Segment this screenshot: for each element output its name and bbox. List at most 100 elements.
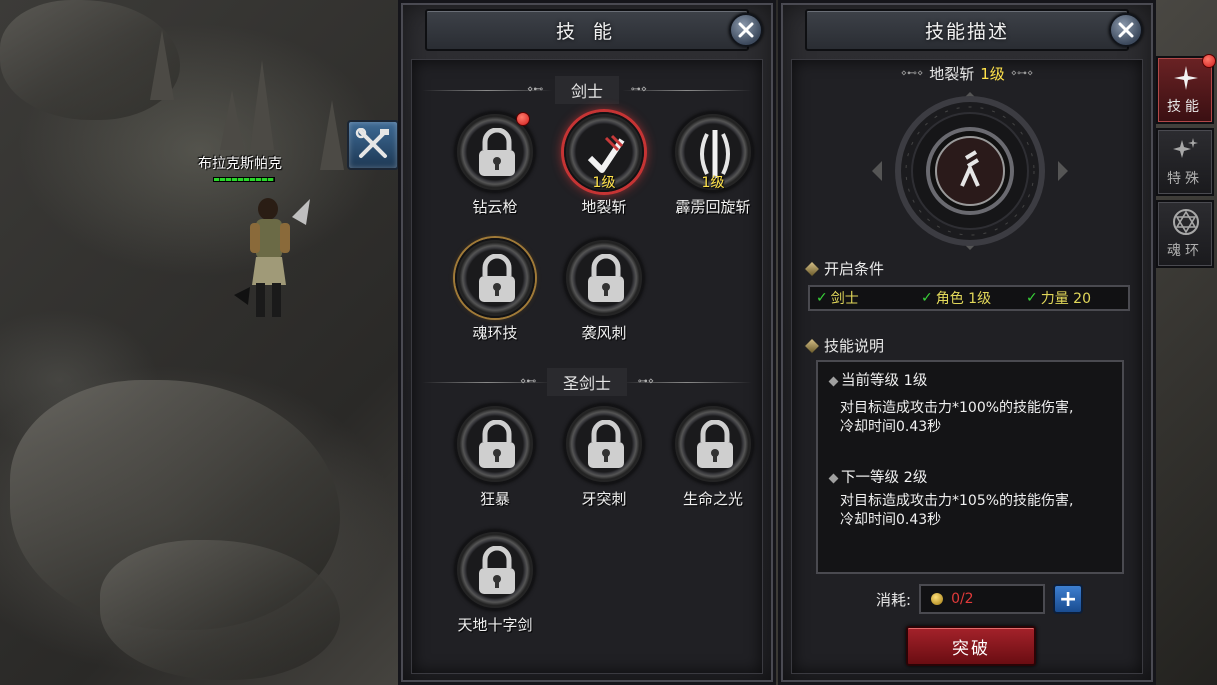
- section-label: 圣剑士: [546, 368, 627, 396]
- ornament-icon: ⊶⋄: [637, 376, 654, 387]
- skill-slot-yatuci[interactable]: 牙突刺: [549, 404, 659, 529]
- skill-ring: [673, 404, 753, 484]
- skill-slot-pili[interactable]: 1级 霹雳回旋斩: [658, 112, 768, 237]
- ornament-icon: ⋄⊶⋄: [1010, 67, 1034, 79]
- skill-slot-dilie[interactable]: 1级 地裂斩: [549, 112, 659, 237]
- lock-icon: [479, 546, 515, 594]
- stalagmite: [150, 30, 174, 100]
- description-box: 当前等级 1级 对目标造成攻击力*100%的技能伤害, 冷却时间0.43秒 下一…: [816, 360, 1124, 574]
- alert-dot: [1202, 54, 1216, 68]
- conditions-header: 开启条件: [803, 258, 885, 279]
- close-icon: [1118, 22, 1134, 38]
- tools-icon: [355, 128, 389, 158]
- selected-skill-title: ⋄⊷⋄ 地裂斩 1级 ⋄⊶⋄: [792, 62, 1142, 84]
- stalagmite: [320, 100, 344, 170]
- next-effect: 对目标造成攻击力*105%的技能伤害, 冷却时间0.43秒: [830, 492, 1110, 530]
- tab-skills[interactable]: 技能: [1156, 54, 1216, 124]
- section-label: 剑士: [554, 76, 619, 104]
- condition-text: 角色 1级: [935, 291, 992, 307]
- ornament-icon: ⋄⊷⋄: [900, 67, 924, 79]
- diamond-icon: [803, 260, 821, 277]
- check-icon: ✓: [816, 290, 828, 306]
- stalagmite: [220, 90, 244, 150]
- player-character[interactable]: [220, 195, 320, 325]
- stalagmite: [250, 60, 274, 150]
- lock-icon: [479, 420, 515, 468]
- skill-emblem-wheel: [872, 92, 1068, 250]
- lock-icon: [697, 420, 733, 468]
- current-effect-line: 对目标造成攻击力*100%的技能伤害,: [840, 400, 1074, 416]
- breakthrough-button[interactable]: 突破: [906, 626, 1036, 666]
- skills-panel-header: 技 能: [425, 9, 763, 51]
- hexagram-icon: [1172, 208, 1200, 236]
- skill-name: 袭风刺: [581, 324, 627, 342]
- tools-button[interactable]: [347, 120, 399, 170]
- check-icon: ✓: [921, 290, 933, 306]
- skill-slot-shengmingzhiguang[interactable]: 生命之光: [658, 404, 768, 529]
- player-hp-bar: [213, 177, 275, 182]
- skill-name: 地裂斩: [581, 198, 627, 216]
- skill-slot-zuanyunqiang[interactable]: 钻云枪: [440, 112, 550, 237]
- tab-label: 特殊: [1167, 171, 1203, 187]
- coin-icon: [931, 593, 944, 605]
- skills-close-button[interactable]: [729, 13, 763, 47]
- skills-panel-title: 技 能: [555, 20, 619, 43]
- ornament-icon: ⋄⊷: [527, 84, 544, 95]
- tab-soul-ring[interactable]: 魂环: [1156, 200, 1214, 268]
- selected-skill-level: 1级: [980, 64, 1005, 83]
- check-icon: ✓: [1026, 290, 1038, 306]
- skill-ring: [564, 404, 644, 484]
- skill-ring-gold: [455, 238, 535, 318]
- desc-panel-title: 技能描述: [924, 20, 1009, 43]
- skill-ring: [564, 238, 644, 318]
- condition-item: ✓ 力量 20: [1020, 288, 1125, 308]
- lock-icon: [479, 254, 515, 302]
- skill-name: 霹雳回旋斩: [675, 198, 751, 216]
- tab-special[interactable]: 特殊: [1156, 128, 1214, 196]
- add-cost-button[interactable]: +: [1053, 584, 1084, 614]
- lock-icon: [588, 420, 624, 468]
- cost-value: 0/2: [951, 591, 974, 607]
- skill-slot-xifengci[interactable]: 袭风刺: [549, 238, 659, 363]
- next-level-label: 下一等级 2级: [841, 470, 928, 486]
- player-name: 布拉克斯帕克: [198, 156, 282, 172]
- alert-dot: [516, 112, 530, 126]
- current-level-label: 当前等级 1级: [841, 373, 928, 389]
- description-label: 技能说明: [824, 337, 885, 355]
- desc-content: ⋄⊷⋄ 地裂斩 1级 ⋄⊶⋄ 开启条件 ✓ 剑士 ✓ 角色 1级 ✓ 力量 20…: [791, 59, 1143, 674]
- next-effect-line: 对目标造成攻击力*105%的技能伤害,: [840, 493, 1074, 509]
- diamond-icon: [803, 337, 821, 354]
- cost-label: 消耗:: [876, 590, 912, 609]
- skill-name: 狂暴: [479, 490, 510, 508]
- skill-description-panel: 技能描述 ⋄⊷⋄ 地裂斩 1级 ⋄⊶⋄ 开启条件 ✓ 剑士 ✓ 角色 1级 ✓ …: [778, 0, 1156, 685]
- skill-slot-kuangbao[interactable]: 狂暴: [440, 404, 550, 529]
- current-effect-line: 冷却时间0.43秒: [840, 419, 942, 435]
- description-header: 技能说明: [803, 335, 885, 356]
- ornament-icon: ⊶⋄: [630, 84, 647, 95]
- cost-row: 消耗: 0/2 +: [876, 584, 1084, 614]
- next-effect-line: 冷却时间0.43秒: [840, 512, 942, 528]
- conditions-label: 开启条件: [824, 260, 885, 278]
- slash-skill-icon: [587, 134, 625, 173]
- skill-ring: [455, 404, 535, 484]
- ornament-icon: ⋄⊷: [520, 376, 537, 387]
- current-level-header: 当前等级 1级: [828, 372, 1110, 391]
- skill-name: 牙突刺: [581, 490, 627, 508]
- section-header-holy-swordsman: ⋄⊷ ⊶⋄ 圣剑士: [412, 368, 762, 396]
- skill-name: 魂环技: [472, 324, 518, 342]
- close-icon: [738, 22, 754, 38]
- desc-close-button[interactable]: [1109, 13, 1143, 47]
- section-header-swordsman: ⋄⊷ ⊶⋄ 剑士: [412, 76, 762, 104]
- skill-slot-hunhuanji[interactable]: 魂环技: [440, 238, 550, 363]
- condition-text: 力量 20: [1040, 291, 1091, 307]
- skills-list: ⋄⊷ ⊶⋄ 剑士 钻云枪 1级 地裂斩 1级 霹雳回旋斩 魂环技 袭风刺 ⋄⊷ …: [411, 59, 763, 674]
- skill-name: 钻云枪: [472, 198, 518, 216]
- next-level-header: 下一等级 2级: [828, 469, 1110, 488]
- current-effect: 对目标造成攻击力*100%的技能伤害, 冷却时间0.43秒: [830, 399, 1110, 437]
- condition-item: ✓ 角色 1级: [915, 288, 1020, 308]
- diamond-icon: [828, 376, 839, 387]
- skill-name: 天地十字剑: [457, 616, 533, 634]
- desc-panel-header: 技能描述: [805, 9, 1143, 51]
- skill-slot-tiandishizijian[interactable]: 天地十字剑: [440, 530, 550, 655]
- right-side-tabs: 技能 特殊 魂环: [1156, 54, 1217, 268]
